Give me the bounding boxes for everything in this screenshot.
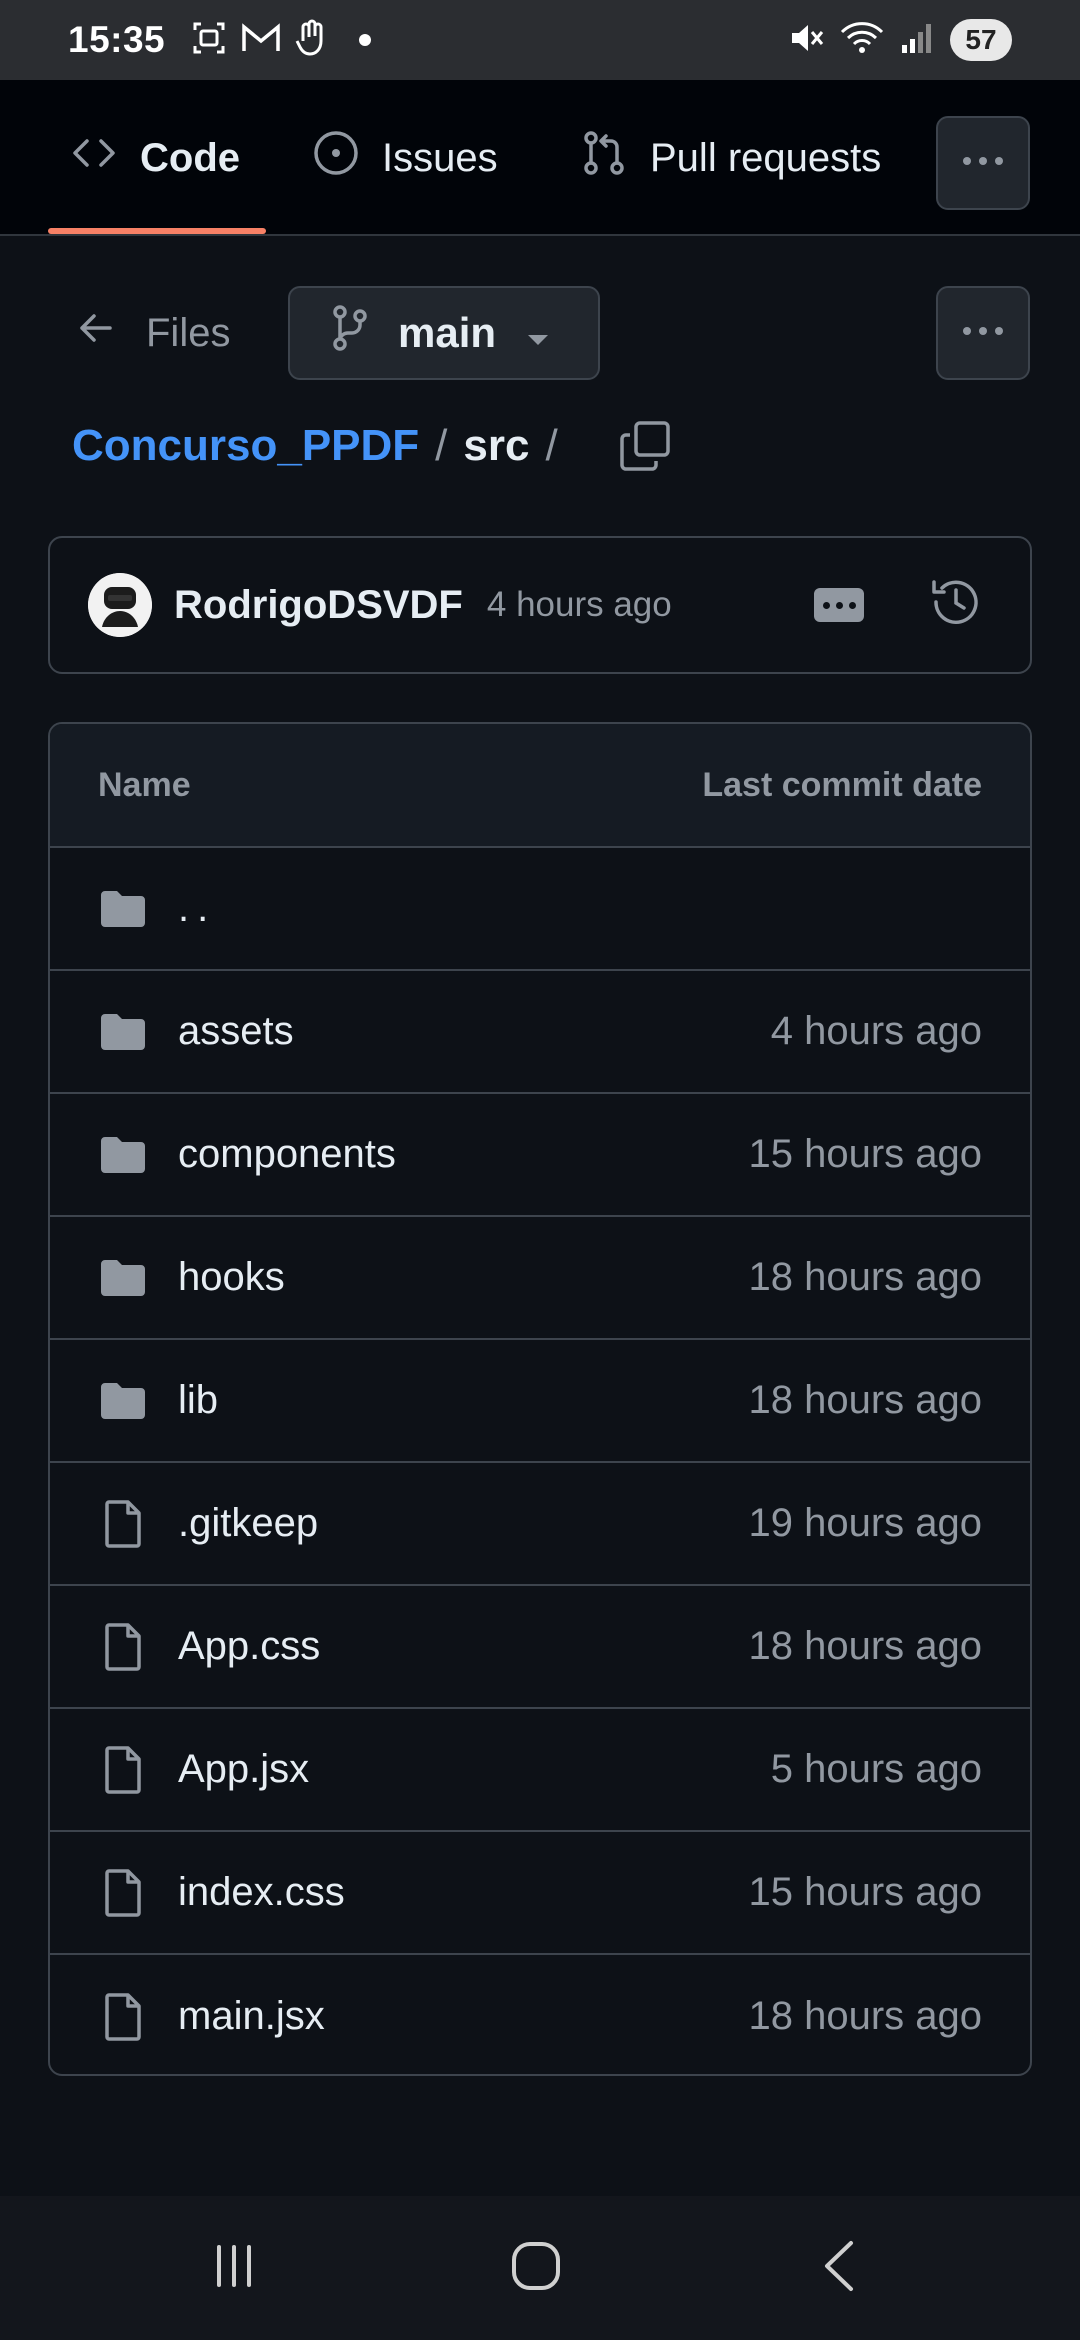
breadcrumb-separator-trailing: / [545, 421, 558, 470]
latest-commit-box[interactable]: RodrigoDSVDF 4 hours ago [48, 536, 1032, 674]
file-icon [98, 1745, 148, 1795]
tab-issues-label: Issues [382, 135, 498, 180]
commit-message-toggle-icon[interactable] [814, 588, 864, 622]
breadcrumb: Concurso_PPDF / src / [72, 410, 672, 482]
pull-request-icon [580, 129, 628, 187]
folder-icon [98, 1007, 148, 1057]
file-icon [98, 1868, 148, 1918]
table-row[interactable]: App.css 18 hours ago [50, 1586, 1030, 1709]
files-label: Files [146, 310, 231, 355]
table-row[interactable]: components 15 hours ago [50, 1094, 1030, 1217]
folder-icon [98, 884, 148, 934]
branch-name: main [398, 309, 497, 356]
table-row[interactable]: hooks 18 hours ago [50, 1217, 1030, 1340]
tab-pull-requests-label: Pull requests [650, 135, 882, 180]
last-commit-date: 18 hours ago [748, 1994, 982, 2038]
history-icon[interactable] [928, 574, 984, 635]
file-name-link[interactable]: main.jsx [178, 1994, 325, 2039]
recent-apps-button[interactable] [198, 2232, 270, 2304]
tab-pull-requests[interactable]: Pull requests [580, 80, 881, 236]
last-commit-date: 4 hours ago [770, 1009, 982, 1053]
table-row[interactable]: main.jsx 18 hours ago [50, 1955, 1030, 2074]
home-button[interactable] [500, 2232, 572, 2304]
file-list: .. assets 4 hours ago components 15 hours ag… [50, 848, 1030, 2074]
table-row[interactable]: .. [50, 848, 1030, 971]
file-navigation-toolbar: Files main [0, 236, 1080, 436]
avatar[interactable] [88, 573, 152, 637]
commit-time: 4 hours ago [486, 585, 672, 624]
last-commit-date: 15 hours ago [748, 1132, 982, 1176]
file-name-link[interactable]: assets [178, 1009, 294, 1054]
last-commit-date: 15 hours ago [748, 1870, 982, 1914]
status-time: 15:35 [68, 19, 166, 60]
gesture-icon [295, 19, 329, 62]
file-name-link[interactable]: .. [178, 886, 216, 931]
status-notification-icons [191, 19, 372, 62]
triangle-down-icon [524, 309, 552, 357]
home-icon [509, 2239, 563, 2298]
breadcrumb-separator: / [435, 421, 448, 470]
table-row[interactable]: assets 4 hours ago [50, 971, 1030, 1094]
file-icon [98, 1622, 148, 1672]
tab-code[interactable]: Code [70, 80, 240, 236]
more-tabs-button[interactable] [936, 116, 1030, 210]
gmail-icon [241, 21, 281, 60]
last-commit-date: 18 hours ago [748, 1255, 982, 1299]
recent-apps-icon [209, 2241, 259, 2296]
kebab-horizontal-icon [959, 324, 1007, 342]
file-name-link[interactable]: components [178, 1132, 396, 1177]
back-icon [815, 2239, 865, 2298]
file-icon [98, 1992, 148, 2042]
signal-icon [900, 21, 934, 60]
commit-author[interactable]: RodrigoDSVDF [174, 583, 463, 628]
table-row[interactable]: lib 18 hours ago [50, 1340, 1030, 1463]
git-branch-icon [330, 304, 370, 362]
table-row[interactable]: App.jsx 5 hours ago [50, 1709, 1030, 1832]
last-commit-date: 18 hours ago [748, 1378, 982, 1422]
file-table: Name Last commit date .. assets 4 hours ag… [48, 722, 1032, 2076]
breadcrumb-current-dir: src [463, 421, 530, 470]
file-name-link[interactable]: .gitkeep [178, 1501, 318, 1546]
tab-issues[interactable]: Issues [312, 80, 498, 236]
tab-code-label: Code [140, 135, 240, 180]
back-button[interactable] [804, 2232, 876, 2304]
file-name-link[interactable]: App.css [178, 1624, 320, 1669]
files-back-button[interactable]: Files [76, 286, 230, 380]
folder-icon [98, 1130, 148, 1180]
battery-indicator: 57 [950, 19, 1012, 61]
issue-circle-icon [312, 129, 360, 187]
status-system-icons: 57 [788, 19, 1012, 61]
repo-tab-bar: Code Issues Pull requests [0, 80, 1080, 236]
file-actions-more-button[interactable] [936, 286, 1030, 380]
last-commit-date: 19 hours ago [748, 1501, 982, 1545]
status-bar: 15:35 57 [0, 0, 1080, 80]
last-commit-date: 5 hours ago [770, 1747, 982, 1791]
column-name-header: Name [98, 765, 191, 804]
file-name-link[interactable]: index.css [178, 1870, 345, 1915]
table-row[interactable]: .gitkeep 19 hours ago [50, 1463, 1030, 1586]
active-tab-indicator [48, 228, 266, 234]
code-icon [70, 129, 118, 187]
screenshot-icon [191, 20, 227, 61]
copy-path-icon[interactable] [618, 419, 672, 473]
table-header: Name Last commit date [50, 724, 1030, 848]
dot-icon [359, 34, 372, 46]
file-name-link[interactable]: lib [178, 1378, 218, 1423]
breadcrumb-repo-link[interactable]: Concurso_PPDF [72, 421, 419, 471]
last-commit-date: 18 hours ago [748, 1624, 982, 1668]
file-icon [98, 1499, 148, 1549]
file-name-link[interactable]: hooks [178, 1255, 285, 1300]
kebab-horizontal-icon [959, 154, 1007, 172]
column-date-header: Last commit date [702, 765, 982, 804]
file-name-link[interactable]: App.jsx [178, 1747, 309, 1792]
branch-selector-button[interactable]: main [288, 286, 600, 380]
system-navigation-bar [0, 2196, 1080, 2340]
arrow-left-icon [76, 308, 116, 358]
folder-icon [98, 1376, 148, 1426]
wifi-icon [840, 20, 884, 61]
table-row[interactable]: index.css 15 hours ago [50, 1832, 1030, 1955]
mute-icon [788, 20, 824, 61]
folder-icon [98, 1253, 148, 1303]
